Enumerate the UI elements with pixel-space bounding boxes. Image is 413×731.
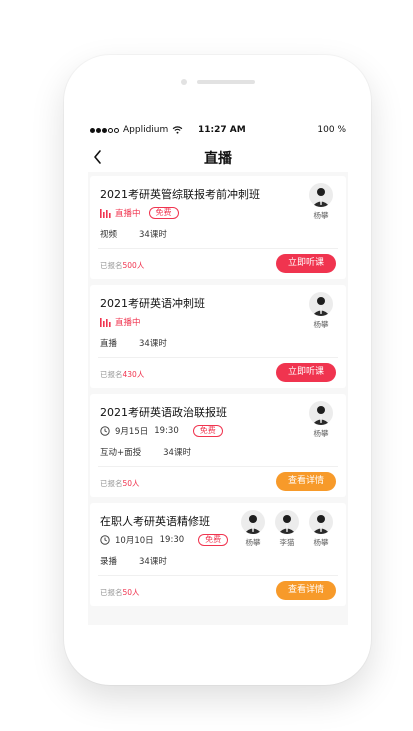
teacher-name: 杨攀 bbox=[313, 211, 329, 220]
enroll-info: 已报名430人 bbox=[100, 369, 144, 380]
page-title: 直播 bbox=[204, 151, 232, 167]
teacher[interactable]: 杨攀 bbox=[306, 401, 336, 439]
course-lessons: 34课时 bbox=[163, 448, 191, 458]
enroll-label: 已报名 bbox=[100, 261, 123, 270]
clock-icon bbox=[100, 426, 110, 436]
course-schedule-row: 10月10日 19:30 免费 bbox=[100, 534, 229, 546]
battery-level: 100 % bbox=[317, 125, 346, 135]
view-details-button[interactable]: 查看详情 bbox=[276, 581, 336, 600]
nav-bar: 直播 bbox=[88, 142, 348, 172]
listen-now-button[interactable]: 立即听课 bbox=[276, 254, 336, 273]
enroll-info: 已报名50人 bbox=[100, 478, 140, 489]
course-lessons: 34课时 bbox=[139, 339, 167, 349]
teacher-name: 杨攀 bbox=[245, 538, 261, 547]
free-badge: 免费 bbox=[198, 534, 229, 546]
teacher[interactable]: 李猫 bbox=[272, 510, 302, 548]
course-info: 视频 34课时 bbox=[100, 228, 167, 240]
teacher-name: 杨攀 bbox=[313, 538, 329, 547]
divider bbox=[98, 575, 338, 576]
course-title: 2021考研英语政治联报班 bbox=[100, 406, 227, 419]
course-type: 互动+面授 bbox=[100, 448, 142, 458]
course-info: 互动+面授 34课时 bbox=[100, 446, 191, 458]
clock-icon bbox=[100, 535, 110, 545]
live-bars-icon bbox=[100, 318, 111, 327]
avatar bbox=[309, 183, 333, 207]
course-lessons: 34课时 bbox=[139, 230, 167, 240]
divider bbox=[98, 357, 338, 358]
course-status-row: 直播中 免费 bbox=[100, 207, 179, 219]
course-card[interactable]: 2021考研英管综联报考前冲刺班 直播中 免费 视频 34课时 已报名500人 … bbox=[90, 176, 346, 279]
signal-icon bbox=[90, 127, 119, 133]
enroll-label: 已报名 bbox=[100, 479, 123, 488]
status-time: 11:27 AM bbox=[198, 125, 246, 135]
avatar bbox=[241, 510, 265, 534]
course-lessons: 34课时 bbox=[139, 557, 167, 567]
enroll-label: 已报名 bbox=[100, 588, 123, 597]
course-time: 19:30 bbox=[159, 535, 185, 545]
teacher-name: 杨攀 bbox=[313, 320, 329, 329]
enroll-count: 500人 bbox=[122, 261, 145, 270]
course-card[interactable]: 在职人考研英语精修班 10月10日 19:30 免费 录播 34课时 已报名50… bbox=[90, 503, 346, 606]
enroll-count: 50人 bbox=[122, 479, 140, 488]
app-screen: Applidium 11:27 AM 100 % 直播 2021考研英管综联报考… bbox=[88, 120, 348, 625]
listen-now-button[interactable]: 立即听课 bbox=[276, 363, 336, 382]
view-details-button[interactable]: 查看详情 bbox=[276, 472, 336, 491]
teacher-name: 杨攀 bbox=[313, 429, 329, 438]
course-date: 10月10日 bbox=[115, 536, 154, 546]
course-type: 录播 bbox=[100, 557, 118, 567]
carrier-name: Applidium bbox=[123, 125, 169, 135]
enroll-info: 已报名50人 bbox=[100, 587, 140, 598]
course-card[interactable]: 2021考研英语政治联报班 9月15日 19:30 免费 互动+面授 34课时 … bbox=[90, 394, 346, 497]
course-type: 视频 bbox=[100, 230, 118, 240]
enroll-info: 已报名500人 bbox=[100, 260, 144, 271]
live-bars-icon bbox=[100, 209, 111, 218]
course-schedule-row: 9月15日 19:30 免费 bbox=[100, 425, 223, 437]
course-status-row: 直播中 bbox=[100, 316, 141, 328]
enroll-label: 已报名 bbox=[100, 370, 123, 379]
course-title: 在职人考研英语精修班 bbox=[100, 515, 210, 528]
course-card[interactable]: 2021考研英语冲刺班 直播中 直播 34课时 已报名430人 立即听课 杨攀 bbox=[90, 285, 346, 388]
avatar bbox=[275, 510, 299, 534]
course-info: 录播 34课时 bbox=[100, 555, 167, 567]
avatar bbox=[309, 401, 333, 425]
teacher[interactable]: 杨攀 bbox=[306, 183, 336, 221]
teacher[interactable]: 杨攀 bbox=[238, 510, 268, 548]
enroll-count: 50人 bbox=[122, 588, 140, 597]
teacher-name: 李猫 bbox=[279, 538, 295, 547]
course-date: 9月15日 bbox=[115, 427, 149, 437]
status-bar: Applidium 11:27 AM 100 % bbox=[88, 120, 348, 142]
course-time: 19:30 bbox=[154, 426, 179, 436]
avatar bbox=[309, 510, 333, 534]
divider bbox=[98, 466, 338, 467]
enroll-count: 430人 bbox=[122, 370, 145, 379]
course-title: 2021考研英语冲刺班 bbox=[100, 297, 205, 310]
phone-frame: Applidium 11:27 AM 100 % 直播 2021考研英管综联报考… bbox=[64, 55, 371, 685]
live-status: 直播中 bbox=[115, 318, 141, 328]
course-info: 直播 34课时 bbox=[100, 337, 167, 349]
avatar bbox=[309, 292, 333, 316]
wifi-icon bbox=[172, 126, 183, 134]
course-type: 直播 bbox=[100, 339, 118, 349]
speaker-grille bbox=[197, 80, 255, 84]
teacher[interactable]: 杨攀 bbox=[306, 510, 336, 548]
front-camera bbox=[181, 79, 187, 85]
live-status: 直播中 bbox=[115, 209, 141, 219]
status-left: Applidium bbox=[90, 125, 183, 135]
free-badge: 免费 bbox=[148, 207, 179, 219]
free-badge: 免费 bbox=[192, 425, 223, 437]
course-title: 2021考研英管综联报考前冲刺班 bbox=[100, 188, 260, 201]
divider bbox=[98, 248, 338, 249]
teacher[interactable]: 杨攀 bbox=[306, 292, 336, 330]
